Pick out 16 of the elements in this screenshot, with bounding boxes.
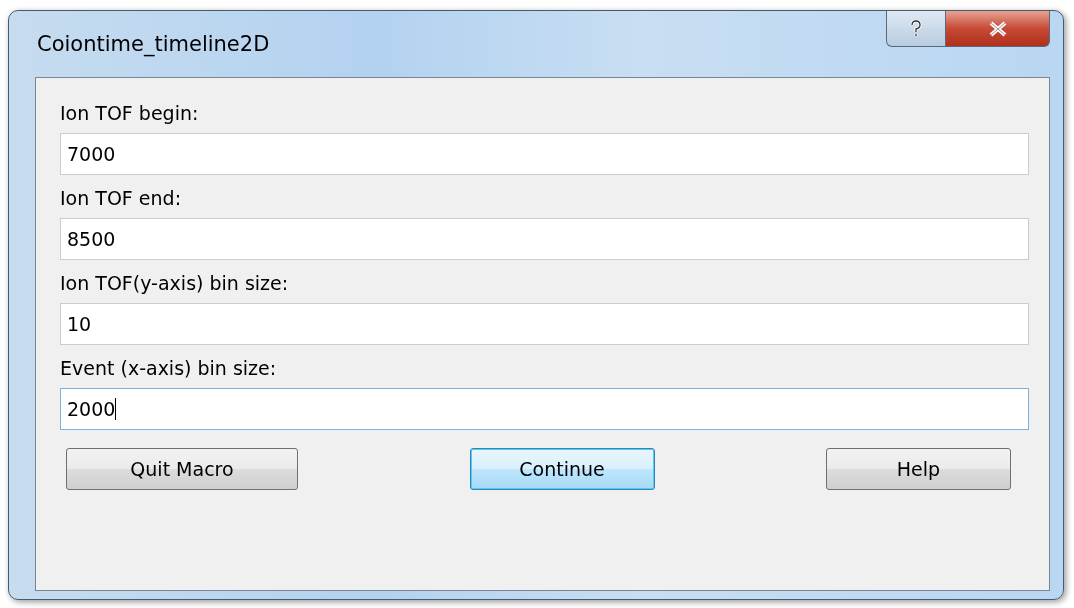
help-title-button[interactable] — [886, 11, 946, 47]
input-field[interactable]: 7000 — [60, 133, 1029, 175]
input-field[interactable]: 10 — [60, 303, 1029, 345]
close-button[interactable] — [946, 11, 1050, 47]
field-label: Event (x-axis) bin size: — [60, 356, 278, 381]
window-title: Coiontime_timeline2D — [37, 32, 270, 56]
field-label: Ion TOF(y-axis) bin size: — [60, 271, 290, 296]
question-icon — [909, 19, 923, 38]
field-label: Ion TOF begin: — [60, 101, 200, 126]
dialog-button[interactable]: Continue — [469, 448, 655, 490]
dialog-button[interactable]: Quit Macro — [66, 448, 298, 490]
close-icon — [987, 20, 1008, 37]
field-label: Ion TOF end: — [60, 186, 183, 211]
input-field[interactable]: 8500 — [60, 218, 1029, 260]
dialog-button[interactable]: Help — [826, 448, 1011, 490]
input-field[interactable]: 2000 — [60, 388, 1029, 430]
